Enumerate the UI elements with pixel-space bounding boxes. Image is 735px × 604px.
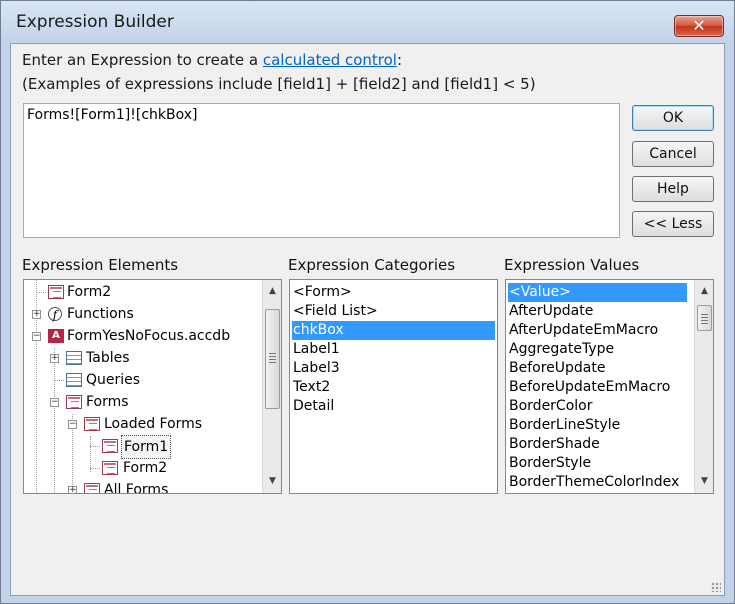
list-item[interactable]: AfterUpdateEmMacro — [508, 321, 687, 340]
list-item[interactable]: AggregateType — [508, 340, 687, 359]
close-button[interactable]: ✕ — [674, 15, 724, 37]
form-icon — [48, 285, 64, 299]
less-button[interactable]: << Less — [632, 211, 714, 237]
tree-item[interactable]: Form2 — [24, 457, 262, 479]
form-icon — [102, 439, 118, 453]
list-item[interactable]: BorderColor — [508, 397, 687, 416]
form-icon — [84, 483, 100, 493]
collapse-icon[interactable]: − — [50, 398, 59, 407]
list-item[interactable]: <Field List> — [292, 302, 495, 321]
expression-input[interactable]: Forms![Form1]![chkBox] — [23, 103, 620, 238]
list-item[interactable]: BorderLineStyle — [508, 416, 687, 435]
expression-categories-label: Expression Categories — [288, 256, 456, 274]
scroll-thumb[interactable] — [265, 309, 280, 409]
expression-builder-window: Expression Builder ✕ Enter an Expression… — [0, 0, 735, 604]
expression-values-label: Expression Values — [504, 256, 640, 274]
form-icon — [84, 417, 100, 431]
expand-icon[interactable]: + — [32, 310, 41, 319]
list-item[interactable]: AfterUpdate — [508, 302, 687, 321]
tree-item[interactable]: − Loaded Forms — [24, 413, 262, 435]
calculated-control-link[interactable]: calculated control — [263, 51, 397, 69]
query-icon — [66, 373, 82, 387]
description-line-2: (Examples of expressions include [field1… — [22, 75, 536, 93]
functions-icon: f — [48, 307, 62, 322]
tree-item[interactable]: − Forms — [24, 391, 262, 413]
list-item[interactable]: Detail — [292, 397, 495, 416]
list-item[interactable]: BeforeUpdate — [508, 359, 687, 378]
table-icon — [66, 351, 82, 365]
resize-grip-icon[interactable] — [711, 582, 721, 592]
list-item[interactable]: Label1 — [292, 340, 495, 359]
expression-elements-label: Expression Elements — [22, 256, 179, 274]
expression-values-list[interactable]: <Value> AfterUpdate AfterUpdateEmMacro A… — [505, 279, 714, 494]
tree-item[interactable]: − A FormYesNoFocus.accdb — [24, 325, 262, 347]
elements-scrollbar[interactable]: ▲ ▼ — [262, 280, 281, 493]
list-item[interactable]: BorderThemeColorIndex — [508, 473, 687, 492]
tree-item[interactable]: + f Functions — [24, 303, 262, 325]
list-item[interactable]: <Form> — [292, 283, 495, 302]
tree-item[interactable]: + All Forms — [24, 479, 262, 493]
list-item[interactable]: BeforeUpdateEmMacro — [508, 378, 687, 397]
title-bar[interactable]: Expression Builder ✕ — [1, 1, 734, 43]
expand-icon[interactable]: + — [50, 354, 59, 363]
close-icon: ✕ — [692, 16, 706, 35]
tree-item[interactable]: + Tables — [24, 347, 262, 369]
tree-item[interactable]: Form2 — [24, 281, 262, 303]
cancel-button[interactable]: Cancel — [632, 141, 714, 167]
expand-icon[interactable]: + — [68, 486, 77, 493]
dialog-body: Enter an Expression to create a calculat… — [10, 43, 725, 596]
window-title: Expression Builder — [16, 12, 174, 32]
description-line-1: Enter an Expression to create a calculat… — [22, 51, 403, 69]
database-icon: A — [48, 329, 64, 343]
list-item-selected[interactable]: <Value> — [508, 283, 687, 302]
expression-elements-tree[interactable]: Form2 + f Functions − A FormYesNoFocus.a… — [23, 279, 282, 494]
ok-button[interactable]: OK — [632, 105, 714, 131]
tree-item-selected[interactable]: Form1 — [24, 435, 262, 459]
tree-item[interactable]: Queries — [24, 369, 262, 391]
form-icon — [66, 395, 82, 409]
expression-categories-list[interactable]: <Form> <Field List> chkBox Label1 Label3… — [289, 279, 498, 494]
list-item[interactable]: BorderShade — [508, 435, 687, 454]
list-item[interactable]: Label3 — [292, 359, 495, 378]
list-item[interactable]: Text2 — [292, 378, 495, 397]
help-button[interactable]: Help — [632, 176, 714, 202]
list-item-selected[interactable]: chkBox — [292, 321, 495, 340]
scroll-down-arrow-icon[interactable]: ▼ — [695, 473, 713, 490]
list-item[interactable]: BorderStyle — [508, 454, 687, 473]
form-icon — [102, 461, 118, 475]
values-scrollbar[interactable]: ▲ ▼ — [694, 280, 713, 493]
scroll-up-arrow-icon[interactable]: ▲ — [263, 283, 281, 300]
collapse-icon[interactable]: − — [68, 420, 77, 429]
scroll-thumb[interactable] — [697, 305, 712, 331]
collapse-icon[interactable]: − — [32, 332, 41, 341]
scroll-up-arrow-icon[interactable]: ▲ — [695, 283, 713, 300]
scroll-down-arrow-icon[interactable]: ▼ — [263, 473, 281, 490]
